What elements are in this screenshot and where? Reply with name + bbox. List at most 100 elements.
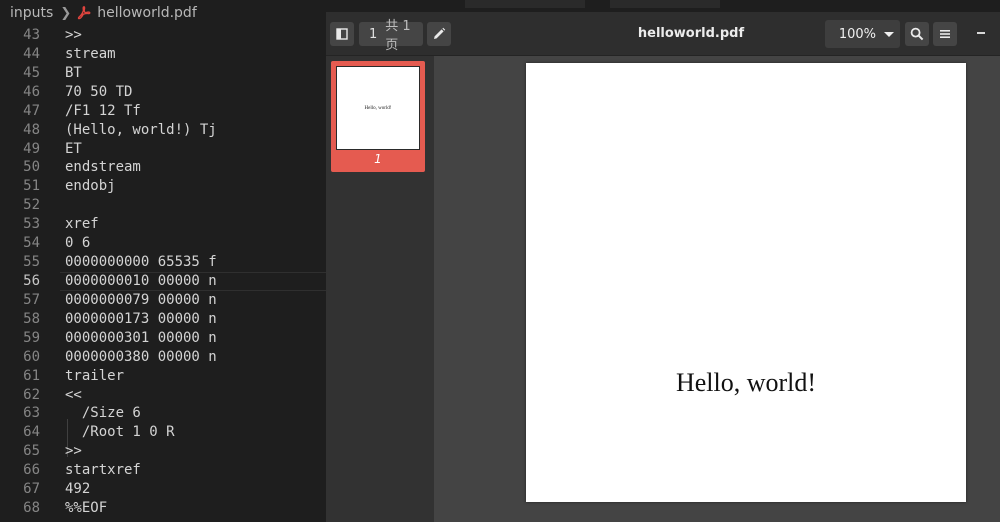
- code-line[interactable]: 49 ET: [0, 140, 326, 159]
- line-number: 44: [23, 45, 40, 62]
- line-number: 48: [23, 121, 40, 138]
- line-number: 59: [23, 329, 40, 346]
- chevron-down-icon: [884, 31, 894, 37]
- code-line[interactable]: 60 0000000380 00000 n: [0, 348, 326, 367]
- code-line[interactable]: 58 0000000173 00000 n: [0, 310, 326, 329]
- code-line[interactable]: 52: [0, 196, 326, 215]
- code-line[interactable]: 43 >>: [0, 26, 326, 45]
- sidebar-toggle-icon: [336, 28, 348, 40]
- code-line[interactable]: 51 endobj: [0, 177, 326, 196]
- pdf-viewer: 1 共 1 页 helloworld.pdf 100% Hello, world…: [326, 12, 1000, 522]
- hamburger-menu-icon: [940, 30, 950, 38]
- code-line[interactable]: 68 %%EOF: [0, 499, 326, 518]
- code-line[interactable]: 64 /Root 1 0 R: [0, 423, 326, 442]
- line-text: /Size 6: [65, 405, 141, 422]
- code-line[interactable]: 48 (Hello, world!) Tj: [0, 121, 326, 140]
- thumbnail-sidebar: Hello, world! 1: [326, 56, 434, 522]
- menu-button[interactable]: [933, 22, 957, 46]
- code-line[interactable]: 55 0000000000 65535 f: [0, 253, 326, 272]
- line-text: 0000000000 65535 f: [65, 254, 217, 271]
- line-text: (Hello, world!) Tj: [65, 121, 217, 138]
- line-text: /Root 1 0 R: [65, 424, 175, 441]
- line-text: %%EOF: [65, 500, 108, 517]
- line-number: 47: [23, 102, 40, 119]
- line-number: 46: [23, 83, 40, 100]
- code-line[interactable]: 59 0000000301 00000 n: [0, 329, 326, 348]
- pdf-file-icon: [78, 6, 91, 20]
- line-number: 64: [23, 424, 40, 441]
- line-number: 54: [23, 235, 40, 252]
- line-number: 65: [23, 443, 40, 460]
- code-line[interactable]: 47/F1 12 Tf: [0, 102, 326, 121]
- code-line[interactable]: 50 endstream: [0, 158, 326, 177]
- search-icon: [910, 27, 924, 41]
- code-line[interactable]: 57 0000000079 00000 n: [0, 291, 326, 310]
- code-line[interactable]: 44 stream: [0, 45, 326, 64]
- line-text: 0000000380 00000 n: [65, 348, 217, 365]
- line-text: 492: [65, 481, 91, 498]
- line-text: >>: [65, 27, 82, 43]
- line-number: 68: [23, 500, 40, 517]
- breadcrumb-file[interactable]: helloworld.pdf: [97, 5, 197, 21]
- breadcrumb-folder[interactable]: inputs: [10, 5, 53, 21]
- line-number: 63: [23, 405, 40, 422]
- page-total-label: 共 1 页: [385, 19, 411, 53]
- code-line[interactable]: 62 <<: [0, 386, 326, 405]
- line-text: ET: [65, 140, 82, 157]
- code-lines[interactable]: 43 >> 44 stream 45 BT 46 70 50 TD 47/F1 12 Tf 48(…: [0, 26, 326, 518]
- line-number: 56: [23, 272, 40, 289]
- code-line[interactable]: 54 0 6: [0, 234, 326, 253]
- line-text: >>: [65, 443, 82, 460]
- page-indicator: 1 共 1 页: [359, 19, 423, 53]
- page-thumbnail[interactable]: Hello, world! 1: [331, 61, 425, 172]
- line-text: startxref: [65, 462, 141, 479]
- line-text: [40, 196, 65, 215]
- line-text: 0000000010 00000 n: [65, 272, 217, 289]
- search-button[interactable]: [905, 22, 929, 46]
- line-number: 67: [23, 481, 40, 498]
- line-number: 66: [23, 462, 40, 479]
- code-line[interactable]: 56 0000000010 00000 n: [0, 271, 326, 291]
- line-number: 58: [23, 310, 40, 327]
- code-line[interactable]: 66 startxref: [0, 461, 326, 480]
- line-number: 62: [23, 386, 40, 403]
- line-number: 57: [23, 291, 40, 308]
- line-text: /F1 12 Tf: [65, 102, 141, 119]
- code-line[interactable]: 61 trailer: [0, 367, 326, 386]
- code-line[interactable]: 63 /Size 6: [0, 404, 326, 423]
- pdf-page: Hello, world!: [526, 63, 966, 502]
- sidebar-toggle-button[interactable]: [330, 22, 354, 46]
- code-line[interactable]: 46 70 50 TD: [0, 83, 326, 102]
- line-number: 53: [23, 216, 40, 233]
- line-number: 45: [23, 64, 40, 81]
- line-number: 49: [23, 140, 40, 157]
- zoom-select[interactable]: 100%: [825, 20, 900, 48]
- line-number: 55: [23, 254, 40, 271]
- line-text: stream: [65, 45, 116, 62]
- document-title: helloworld.pdf: [637, 26, 745, 41]
- line-text: trailer: [65, 367, 125, 384]
- code-line[interactable]: 53 xref: [0, 215, 326, 234]
- line-text: 0000000079 00000 n: [65, 291, 217, 308]
- line-number: 51: [23, 178, 40, 195]
- tab-background: [465, 0, 585, 8]
- document-area[interactable]: Hello, world!: [434, 56, 1000, 522]
- annotate-button[interactable]: [427, 22, 451, 46]
- tab-background: [610, 0, 720, 8]
- minimize-icon[interactable]: [977, 32, 985, 34]
- code-line[interactable]: 65 >>: [0, 442, 326, 461]
- line-text: xref: [65, 216, 99, 233]
- line-number: 60: [23, 348, 40, 365]
- chevron-right-icon: ❯: [60, 5, 72, 21]
- code-line[interactable]: 45 BT: [0, 64, 326, 83]
- line-text: endobj: [65, 178, 116, 195]
- line-text: endstream: [65, 159, 141, 176]
- line-text: 0000000173 00000 n: [65, 310, 217, 327]
- code-line[interactable]: 67 492: [0, 480, 326, 499]
- line-text: 70 50 TD: [65, 83, 133, 100]
- line-text: 0000000301 00000 n: [65, 329, 217, 346]
- line-text: BT: [65, 64, 82, 81]
- page-number-input[interactable]: 1: [369, 27, 377, 42]
- viewer-toolbar: 1 共 1 页 helloworld.pdf 100%: [326, 12, 1000, 56]
- thumbnail-label: 1: [374, 152, 382, 166]
